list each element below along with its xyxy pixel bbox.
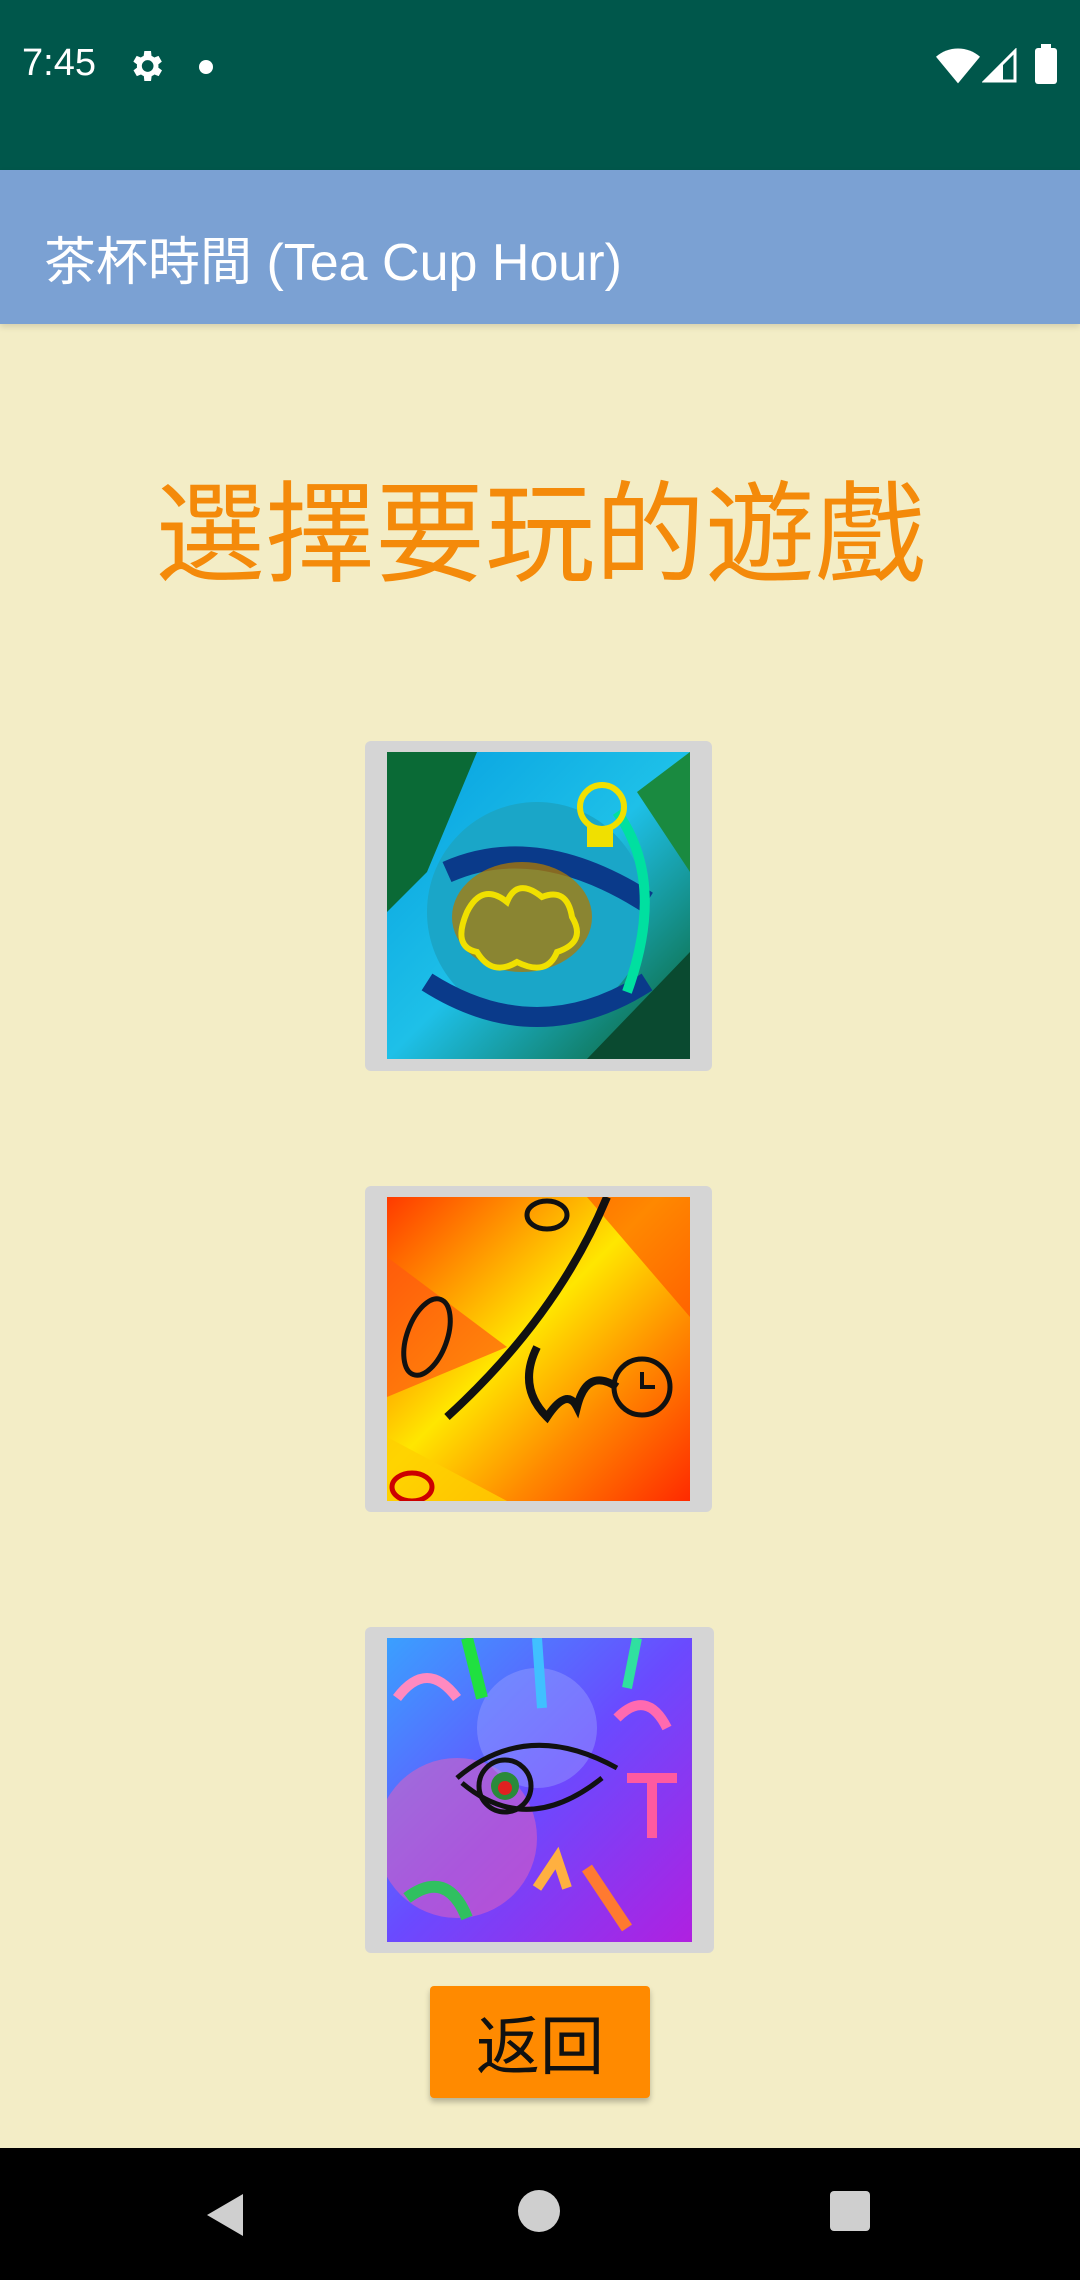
app-bar: 茶杯時間 (Tea Cup Hour) bbox=[0, 170, 1080, 324]
game-button-1[interactable] bbox=[365, 741, 712, 1071]
battery-icon bbox=[1035, 44, 1057, 84]
status-time: 7:45 bbox=[22, 42, 96, 84]
clocks-and-ink-brush-icon bbox=[387, 1197, 690, 1501]
eye-and-letters-icon bbox=[387, 1638, 692, 1942]
nav-recents-icon[interactable] bbox=[830, 2191, 870, 2231]
wifi-icon bbox=[936, 48, 980, 84]
app-title: 茶杯時間 (Tea Cup Hour) bbox=[44, 234, 622, 292]
system-nav-bar bbox=[0, 2148, 1080, 2280]
gear-icon bbox=[133, 51, 162, 81]
signal-icon bbox=[982, 48, 1017, 83]
nav-back-icon[interactable] bbox=[205, 2192, 245, 2238]
page-headline: 選擇要玩的遊戲 bbox=[155, 471, 925, 599]
back-button[interactable]: 返回 bbox=[430, 1986, 650, 2098]
notification-dot-icon bbox=[199, 60, 213, 74]
game-button-2[interactable] bbox=[365, 1186, 712, 1512]
status-bar: 7:45 bbox=[0, 0, 1080, 170]
nav-home-icon[interactable] bbox=[518, 2190, 560, 2232]
game-button-3[interactable] bbox=[365, 1627, 714, 1953]
brain-lightbulb-ornament-icon bbox=[387, 752, 690, 1059]
